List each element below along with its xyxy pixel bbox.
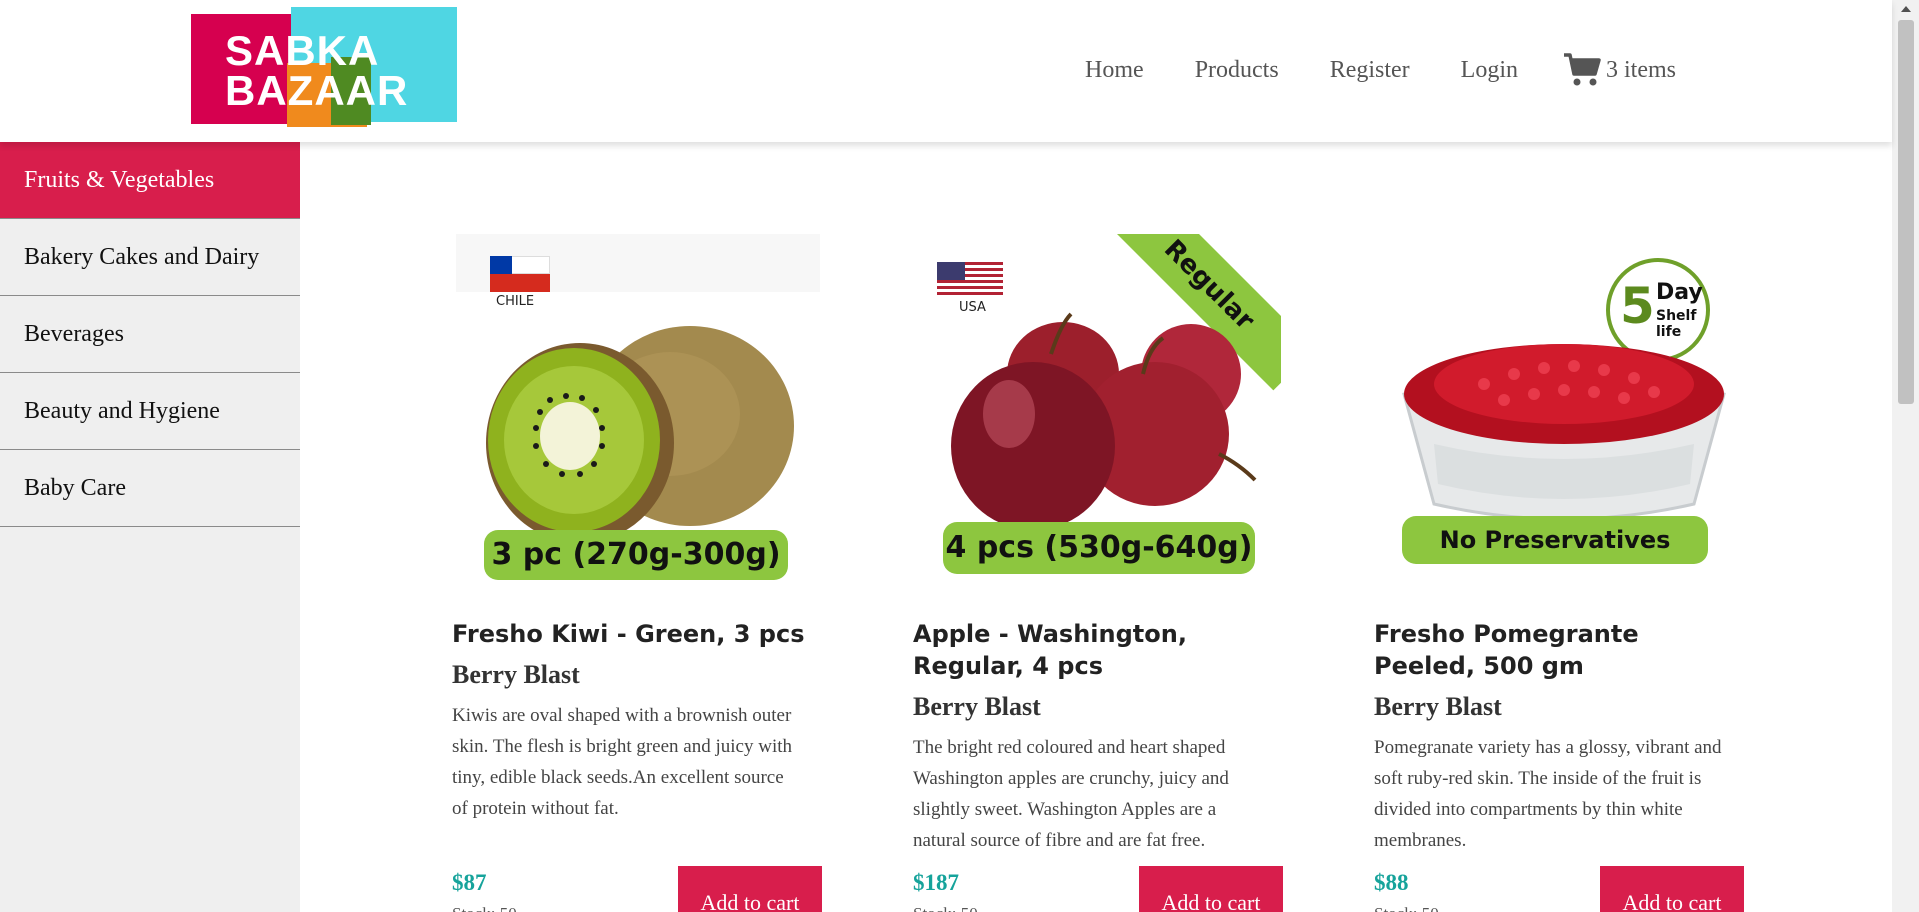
product-description: Pomegranate variety has a glossy, vibran… [1374, 737, 1722, 851]
product-title: Apple - Washington, Regular, 4 pcs [913, 620, 1187, 680]
product-card: 5 Day Shelf life No Preservatives Fresho… [1374, 234, 1746, 912]
shelf-life-day: Day [1656, 280, 1703, 305]
sidebar-item-baby-care[interactable]: Baby Care [0, 450, 300, 527]
pomegranate-bowl-illustration [1402, 344, 1726, 521]
sidebar-item-beverages[interactable]: Beverages [0, 296, 300, 373]
chile-flag-icon [490, 256, 550, 292]
product-stock: Stock: 50 [452, 904, 517, 912]
apples-illustration [951, 312, 1257, 530]
quantity-badge: 4 pcs (530g-640g) [943, 522, 1255, 574]
shopping-cart-icon [1564, 53, 1601, 86]
product-description: Kiwis are oval shaped with a brownish ou… [452, 705, 793, 819]
usa-flag-icon [937, 262, 1003, 298]
page-scrollbar[interactable] [1892, 0, 1919, 912]
cart-button[interactable]: 3 items [1563, 52, 1676, 88]
nav-home-link[interactable]: Home [1085, 48, 1144, 92]
product-card: CHILE 3 pc (270g-300g) Fresho Kiwi - Gre… [452, 234, 824, 912]
nav-products-link[interactable]: Products [1195, 48, 1279, 92]
product-price: $87 [452, 870, 487, 895]
no-preservatives-badge: No Preservatives [1402, 516, 1708, 564]
product-description: The bright red coloured and heart shaped… [913, 737, 1229, 851]
sidebar-item-beauty-hygiene[interactable]: Beauty and Hygiene [0, 373, 300, 450]
product-title: Fresho Pomegrante Peeled, 500 gm [1374, 620, 1639, 680]
sabka-bazaar-logo[interactable]: SABKA BAZAAR [191, 7, 457, 127]
main-nav: Home Products Register Login 3 items [1034, 48, 1676, 92]
add-to-cart-button[interactable]: Add to cart [1139, 866, 1283, 912]
product-image-pomegranate[interactable]: 5 Day Shelf life No Preservatives [1374, 234, 1742, 594]
product-title: Fresho Kiwi - Green, 3 pcs [452, 620, 805, 648]
scrollbar-thumb[interactable] [1898, 20, 1914, 404]
sidebar-item-fruits-vegetables[interactable]: Fruits & Vegetables [0, 142, 300, 219]
product-stock: Stock: 50 [913, 904, 978, 912]
product-brand: Berry Blast [1374, 692, 1502, 721]
category-sidebar: Fruits & Vegetables Bakery Cakes and Dai… [0, 142, 300, 912]
cart-item-count: 3 items [1606, 56, 1676, 83]
site-header: SABKA BAZAAR Home Products Register Logi… [0, 0, 1892, 142]
product-image-apple[interactable]: USA Regular 4 pcs (530g-640g) [913, 234, 1281, 594]
sidebar-item-bakery-cakes-dairy[interactable]: Bakery Cakes and Dairy [0, 219, 300, 296]
product-card: USA Regular 4 pcs (530g-640g) Apple - Wa… [913, 234, 1285, 912]
quantity-badge: 3 pc (270g-300g) [484, 530, 788, 580]
add-to-cart-button[interactable]: Add to cart [678, 866, 822, 912]
product-stock: Stock: 50 [1374, 904, 1439, 912]
image-country-label: CHILE [496, 294, 535, 309]
product-price: $187 [913, 870, 959, 895]
nav-register-link[interactable]: Register [1330, 48, 1410, 92]
product-brand: Berry Blast [452, 660, 580, 689]
logo-text-line2: BAZAAR [225, 67, 409, 114]
add-to-cart-button[interactable]: Add to cart [1600, 866, 1744, 912]
nav-login-link[interactable]: Login [1461, 48, 1518, 92]
scroll-up-arrow-icon[interactable] [1901, 6, 1911, 12]
product-image-kiwi[interactable]: CHILE 3 pc (270g-300g) [452, 234, 820, 594]
product-price: $88 [1374, 870, 1409, 895]
product-brand: Berry Blast [913, 692, 1041, 721]
kiwi-illustration [486, 326, 794, 538]
